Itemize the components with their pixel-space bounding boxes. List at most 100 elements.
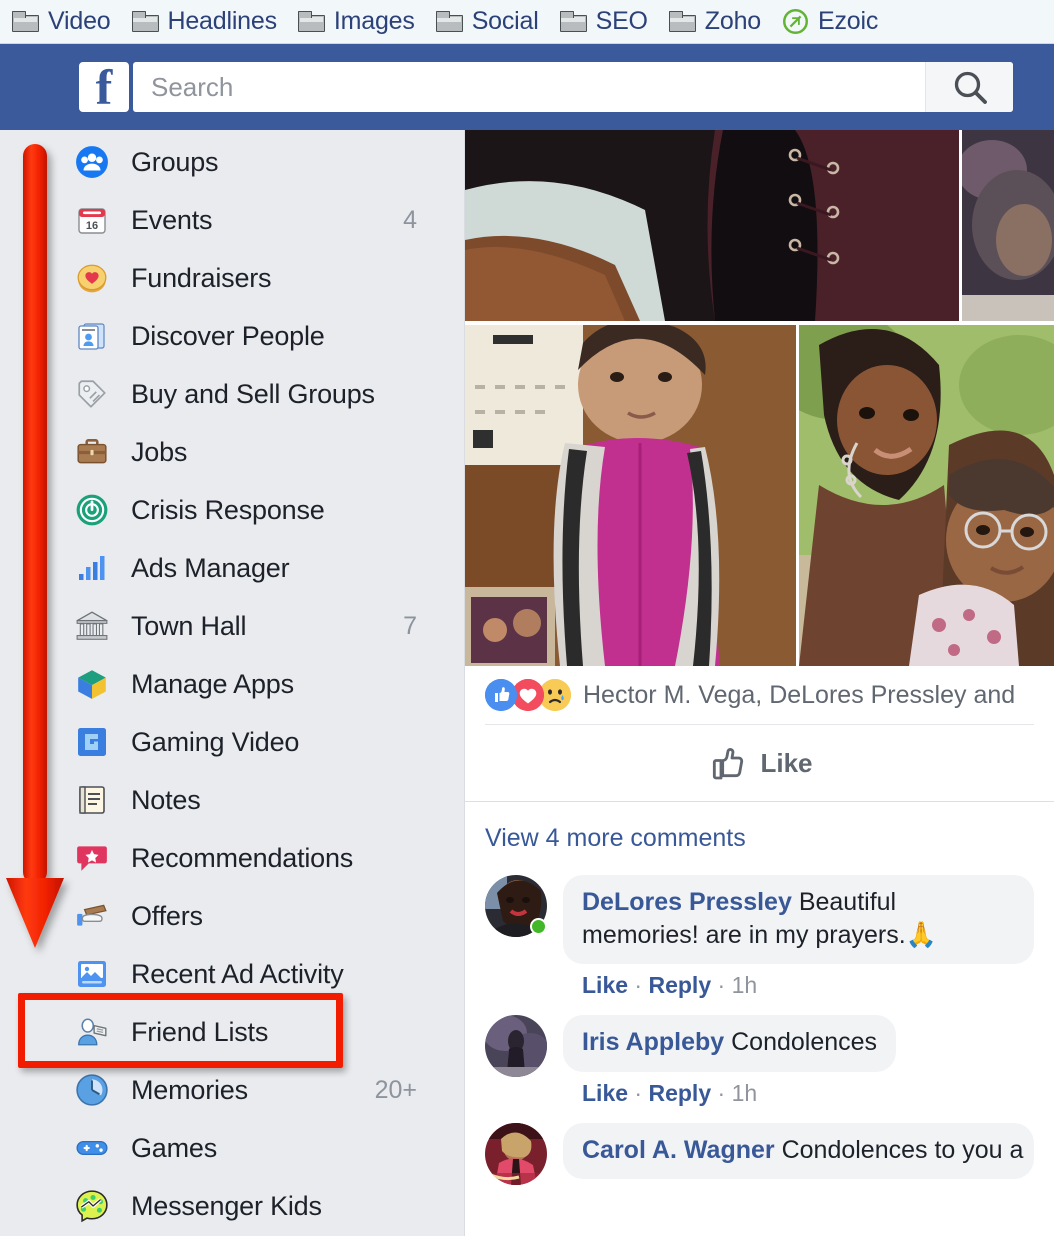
sidebar-item-town-hall[interactable]: Town Hall 7 [0, 597, 465, 655]
avatar[interactable] [485, 1015, 547, 1077]
comment-bubble: DeLores Pressley Beautiful memories! are… [563, 875, 1034, 964]
facebook-f-logo[interactable]: f [79, 59, 129, 115]
bookmark-label: Images [333, 7, 415, 35]
folder-icon [559, 11, 587, 32]
bookmark-label: Zoho [704, 7, 761, 35]
comment-actions: Like · Reply · 1h [582, 1079, 758, 1106]
sidebar-item-offers[interactable]: Offers [0, 887, 465, 945]
recommendation-star-icon [75, 841, 109, 875]
price-tag-icon [75, 377, 109, 411]
bookmark-video[interactable]: Video [4, 7, 124, 37]
search-bar[interactable] [133, 62, 1013, 112]
folder-icon [131, 11, 159, 32]
reaction-names-text[interactable]: Hector M. Vega, DeLores Pressley and [583, 681, 1015, 710]
sidebar-item-label: Offers [131, 900, 203, 931]
comment-item: DeLores Pressley Beautiful memories! are… [485, 875, 1034, 999]
notepad-icon [75, 783, 109, 817]
sidebar-item-label: Jobs [131, 436, 188, 467]
comment-author[interactable]: Iris Appleby [582, 1028, 724, 1056]
bookmark-label: Headlines [167, 7, 278, 35]
sidebar-item-label: Gaming Video [131, 726, 300, 757]
post-photo[interactable] [465, 325, 796, 666]
sidebar-item-recommendations[interactable]: Recommendations [0, 829, 465, 887]
sidebar-item-recent-ad-activity[interactable]: Recent Ad Activity [0, 945, 465, 1003]
sidebar-item-games[interactable]: Games [0, 1119, 465, 1177]
left-sidebar-nav: Groups 16 Events 4 Fundraisers Discover … [0, 130, 465, 1236]
calendar-icon: 16 [75, 203, 109, 237]
sidebar-item-label: Events [131, 204, 213, 235]
online-status-dot [530, 918, 547, 935]
sidebar-item-discover-people[interactable]: Discover People [0, 307, 465, 365]
sidebar-item-label: Messenger Kids [131, 1190, 322, 1221]
screenshot-root: Video Headlines Images Social SEO Zoho E… [0, 0, 1054, 1236]
page-body: Groups 16 Events 4 Fundraisers Discover … [0, 130, 1054, 1236]
sidebar-item-notes[interactable]: Notes [0, 771, 465, 829]
image-frame-icon [75, 957, 109, 991]
comment-actions: Like · Reply · 1h [582, 972, 758, 998]
sidebar-item-jobs[interactable]: Jobs [0, 423, 465, 481]
sidebar-item-fundraisers[interactable]: Fundraisers [0, 249, 465, 307]
post-reactions-row[interactable]: Hector M. Vega, DeLores Pressley and [465, 666, 1054, 724]
clock-memories-icon [75, 1073, 109, 1107]
sidebar-item-events[interactable]: 16 Events 4 [0, 191, 465, 249]
comment-author[interactable]: DeLores Pressley [582, 888, 792, 916]
bookmark-images[interactable]: Images [290, 7, 428, 37]
bookmark-label: Social [471, 7, 539, 35]
comment-reply-action[interactable]: Reply [648, 1080, 711, 1106]
comment-item: Carol A. Wagner Condolences to you a [485, 1122, 1034, 1185]
sidebar-item-groups[interactable]: Groups [0, 133, 465, 191]
bookmark-ezoic[interactable]: Ezoic [774, 7, 891, 37]
bookmark-zoho[interactable]: Zoho [661, 7, 774, 37]
sidebar-item-gaming-video[interactable]: Gaming Video [0, 713, 465, 771]
government-building-icon [75, 609, 109, 643]
sidebar-item-ads-manager[interactable]: Ads Manager [0, 539, 465, 597]
sidebar-item-crisis-response[interactable]: Crisis Response [0, 481, 465, 539]
sidebar-item-label: Games [131, 1132, 218, 1163]
sidebar-badge: 4 [403, 205, 417, 234]
post-photo[interactable] [962, 130, 1054, 321]
thumbs-up-icon [713, 748, 744, 780]
like-reaction-icon [485, 679, 517, 711]
gaming-video-icon [75, 725, 109, 759]
sidebar-item-buy-and-sell-groups[interactable]: Buy and Sell Groups [0, 365, 465, 423]
sidebar-item-label: Ads Manager [131, 552, 290, 583]
search-input[interactable] [133, 62, 925, 112]
sidebar-badge: 7 [403, 611, 417, 640]
avatar[interactable] [485, 1122, 547, 1185]
comment-bubble: Iris Appleby Condolences [563, 1015, 897, 1072]
comment-like-action[interactable]: Like [582, 1080, 628, 1106]
facebook-top-bar: f [0, 44, 1054, 130]
post-photo[interactable] [799, 325, 1054, 666]
sidebar-item-label: Crisis Response [131, 494, 325, 525]
view-more-comments-link[interactable]: View 4 more comments [485, 824, 746, 853]
like-button[interactable]: Like [465, 725, 1054, 801]
sidebar-item-memories[interactable]: Memories 20+ [0, 1061, 465, 1119]
sidebar-item-label: Discover People [131, 320, 325, 351]
comment-timestamp: 1h [731, 972, 758, 998]
comment-author[interactable]: Carol A. Wagner [582, 1136, 775, 1164]
comment-item: Iris Appleby Condolences Like · Reply · … [485, 1015, 1034, 1107]
sidebar-item-friend-lists[interactable]: Friend Lists [0, 1003, 465, 1061]
avatar[interactable] [485, 875, 547, 937]
comment-like-action[interactable]: Like [582, 972, 628, 998]
post-photo[interactable] [465, 130, 960, 321]
bookmark-label: SEO [595, 7, 648, 35]
search-button[interactable] [925, 62, 1013, 112]
folder-icon [435, 11, 463, 32]
sidebar-item-label: Friend Lists [131, 1016, 269, 1047]
bookmark-seo[interactable]: SEO [552, 7, 661, 37]
discover-people-icon [75, 319, 109, 353]
post-photo-grid-row-2 [465, 325, 1054, 666]
folder-icon [668, 11, 696, 32]
bookmark-social[interactable]: Social [428, 7, 552, 37]
facebook-logo-letter: f [95, 59, 113, 115]
comment-reply-action[interactable]: Reply [648, 972, 711, 998]
friend-lists-icon [75, 1015, 109, 1049]
folder-icon [297, 11, 325, 32]
sidebar-item-manage-apps[interactable]: Manage Apps [0, 655, 465, 713]
gamepad-icon [75, 1131, 109, 1165]
bookmark-headlines[interactable]: Headlines [124, 7, 290, 37]
sidebar-item-label: Town Hall [131, 610, 247, 641]
sidebar-item-messenger-kids[interactable]: Messenger Kids [0, 1177, 465, 1235]
sidebar-item-label: Manage Apps [131, 668, 294, 699]
